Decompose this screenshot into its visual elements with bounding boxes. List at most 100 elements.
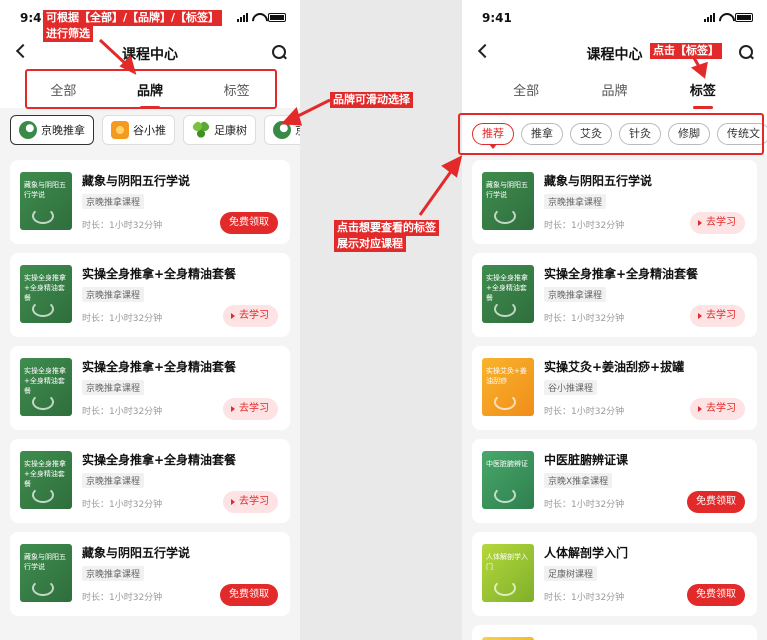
course-thumbnail: 藏象与阴阳五行学说 — [20, 544, 72, 602]
course-duration: 时长：1小时32分钟 — [82, 221, 163, 231]
tabs-highlight-box — [25, 69, 277, 109]
course-duration: 时长：1小时32分钟 — [544, 314, 625, 324]
leaf-logo-icon — [19, 121, 37, 139]
course-duration: 时长：1小时32分钟 — [544, 407, 625, 417]
wifi-icon — [252, 13, 264, 22]
tab-tag[interactable]: 标签 — [684, 76, 722, 109]
course-thumbnail: 实操全身推拿+全身精油套餐 — [20, 265, 72, 323]
status-time: 9:41 — [482, 11, 512, 25]
course-card[interactable] — [472, 625, 757, 640]
thumb-text: 实操全身推拿+全身精油套餐 — [24, 274, 66, 302]
study-button[interactable]: 去学习 — [223, 305, 278, 327]
thumb-text: 实操艾灸+姜油刮痧 — [486, 367, 527, 385]
brand-chip[interactable]: 京 — [264, 115, 300, 145]
course-duration: 时长：1小时32分钟 — [82, 407, 163, 417]
thumb-text: 实操全身推拿+全身精油套餐 — [486, 274, 528, 302]
search-icon[interactable] — [739, 45, 753, 59]
thumb-text: 中医脏腑辨证 — [486, 460, 528, 468]
tag-click-note: 点击【标签】 — [650, 43, 722, 59]
course-thumbnail: 中医脏腑辨证 — [482, 451, 534, 509]
course-card[interactable]: 藏象与阴阳五行学说 藏象与阴阳五行学说 京晚推拿课程 时长：1小时32分钟 免费… — [10, 160, 290, 244]
tab-brand[interactable]: 品牌 — [595, 76, 633, 103]
brand-chip[interactable]: 京晚推拿 — [10, 115, 94, 145]
study-button[interactable]: 去学习 — [223, 491, 278, 513]
battery-icon — [268, 12, 286, 22]
course-thumbnail: 人体解剖学入门 — [482, 544, 534, 602]
course-title: 人体解剖学入门 — [544, 546, 629, 560]
course-title: 藏象与阴阳五行学说 — [82, 174, 191, 188]
filter-note: 可根据【全部】/【品牌】/【标签】 — [43, 10, 223, 26]
swirl-icon — [32, 394, 54, 410]
course-brand: 京晚X推拿课程 — [544, 473, 613, 488]
battery-icon — [735, 12, 753, 22]
course-card[interactable]: 人体解剖学入门 人体解剖学入门 足康树课程 时长：1小时32分钟 免费领取 — [472, 532, 757, 616]
course-card[interactable]: 实操艾灸+姜油刮痧 实操艾灸+姜油刮痧+拔罐 谷小推课程 时长：1小时32分钟 … — [472, 346, 757, 430]
brand-chip-label: 谷小推 — [133, 124, 166, 137]
thumb-text: 藏象与阴阳五行学说 — [24, 181, 66, 199]
course-brand: 京晚推拿课程 — [82, 566, 145, 581]
course-brand: 京晚推拿课程 — [544, 194, 607, 209]
tags-highlight-box — [458, 113, 764, 155]
course-card[interactable]: 实操全身推拿+全身精油套餐 实操全身推拿+全身精油套餐 京晚推拿课程 时长：1小… — [472, 253, 757, 337]
course-brand: 京晚推拿课程 — [82, 194, 145, 209]
course-thumbnail: 实操全身推拿+全身精油套餐 — [20, 451, 72, 509]
course-title: 实操全身推拿+全身精油套餐 — [82, 453, 237, 467]
free-claim-button[interactable]: 免费领取 — [687, 584, 745, 606]
course-brand: 京晚推拿课程 — [82, 380, 145, 395]
course-thumbnail: 实操全身推拿+全身精油套餐 — [20, 358, 72, 416]
swirl-icon — [32, 487, 54, 503]
course-duration: 时长：1小时32分钟 — [544, 221, 625, 231]
course-title: 实操全身推拿+全身精油套餐 — [82, 267, 237, 281]
free-claim-button[interactable]: 免费领取 — [220, 584, 278, 606]
study-button[interactable]: 去学习 — [223, 398, 278, 420]
swirl-icon — [494, 394, 516, 410]
swirl-icon — [494, 301, 516, 317]
brand-chip-label: 足康树 — [214, 124, 247, 137]
course-card[interactable]: 实操全身推拿+全身精油套餐 实操全身推拿+全身精油套餐 京晚推拿课程 时长：1小… — [10, 253, 290, 337]
right-screen: 9:41 课程中心 全部 品牌 标签 推荐 推拿 艾灸 针灸 修脚 传统文 藏象… — [462, 0, 767, 640]
course-duration: 时长：1小时32分钟 — [82, 593, 163, 603]
course-thumbnail: 实操全身推拿+全身精油套餐 — [482, 265, 534, 323]
thumb-text: 实操全身推拿+全身精油套餐 — [24, 367, 66, 395]
tab-all[interactable]: 全部 — [507, 76, 545, 103]
swirl-icon — [494, 208, 516, 224]
free-claim-button[interactable]: 免费领取 — [687, 491, 745, 513]
course-card[interactable]: 实操全身推拿+全身精油套餐 实操全身推拿+全身精油套餐 京晚推拿课程 时长：1小… — [10, 439, 290, 523]
brand-chip[interactable]: 谷小推 — [102, 115, 175, 145]
course-brand: 京晚推拿课程 — [82, 287, 145, 302]
brand-chip-row[interactable]: 京晚推拿 谷小推 足康树 京 — [0, 108, 300, 152]
course-brand: 京晚推拿课程 — [544, 287, 607, 302]
status-icons — [704, 12, 753, 22]
course-thumbnail: 实操艾灸+姜油刮痧 — [482, 358, 534, 416]
brand-chip[interactable]: 足康树 — [183, 115, 256, 145]
course-card[interactable]: 藏象与阴阳五行学说 藏象与阴阳五行学说 京晚推拿课程 时长：1小时32分钟 去学… — [472, 160, 757, 244]
page-title: 课程中心 — [122, 47, 178, 63]
brand-chip-label: 京晚推拿 — [41, 124, 85, 137]
course-duration: 时长：1小时32分钟 — [544, 593, 625, 603]
free-claim-button[interactable]: 免费领取 — [220, 212, 278, 234]
course-thumbnail: 藏象与阴阳五行学说 — [20, 172, 72, 230]
course-card[interactable]: 中医脏腑辨证 中医脏腑辨证课 京晚X推拿课程 时长：1小时32分钟 免费领取 — [472, 439, 757, 523]
course-title: 藏象与阴阳五行学说 — [82, 546, 191, 560]
clover-logo-icon — [192, 121, 210, 139]
annotated-screens: 9:41 课程中心 全部 品牌 标签 京晚推拿 谷小推 足康树 京 藏象与阴阳五… — [0, 0, 767, 640]
course-title: 实操全身推拿+全身精油套餐 — [544, 267, 699, 281]
course-card[interactable]: 藏象与阴阳五行学说 藏象与阴阳五行学说 京晚推拿课程 时长：1小时32分钟 免费… — [10, 532, 290, 616]
signal-icon — [237, 12, 248, 22]
study-button[interactable]: 去学习 — [690, 305, 745, 327]
tag-view-note-line2: 展示对应课程 — [334, 236, 406, 252]
swirl-icon — [32, 580, 54, 596]
study-button[interactable]: 去学习 — [690, 398, 745, 420]
filter-note-line2: 进行筛选 — [43, 26, 93, 42]
course-brand: 京晚推拿课程 — [82, 473, 145, 488]
swirl-icon — [494, 580, 516, 596]
course-thumbnail: 藏象与阴阳五行学说 — [482, 172, 534, 230]
study-button[interactable]: 去学习 — [690, 212, 745, 234]
course-brand: 谷小推课程 — [544, 380, 598, 395]
thumb-text: 实操全身推拿+全身精油套餐 — [24, 460, 66, 488]
status-icons — [237, 12, 286, 22]
search-icon[interactable] — [272, 45, 286, 59]
tag-view-note: 点击想要查看的标签 — [334, 220, 439, 236]
course-title: 中医脏腑辨证课 — [544, 453, 629, 467]
course-card[interactable]: 实操全身推拿+全身精油套餐 实操全身推拿+全身精油套餐 京晚推拿课程 时长：1小… — [10, 346, 290, 430]
